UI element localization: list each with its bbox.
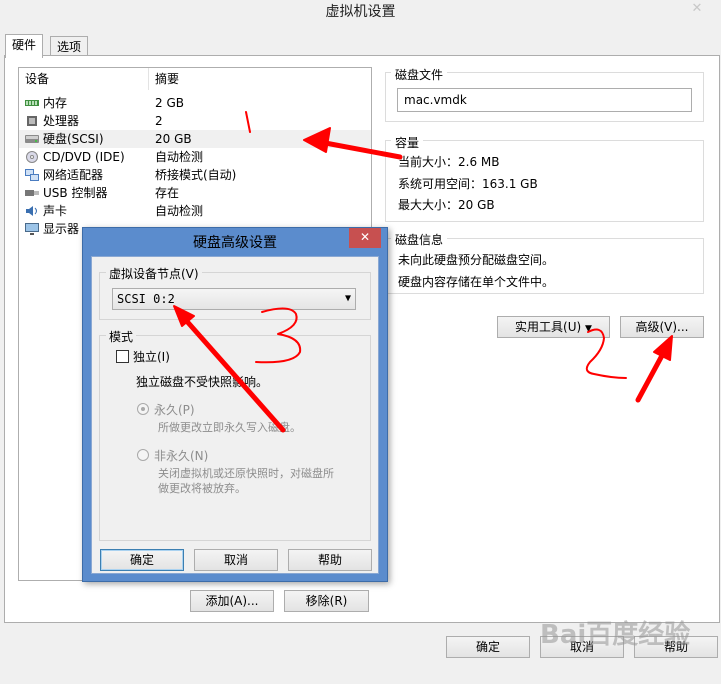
window-title: 虚拟机设置 bbox=[0, 0, 721, 28]
tab-hardware[interactable]: 硬件 bbox=[5, 34, 44, 58]
disk-info-line-2: 硬盘内容存储在单个文件中。 bbox=[398, 275, 555, 289]
chevron-down-icon: ▼ bbox=[344, 293, 351, 304]
utilities-button[interactable]: 实用工具(U) ▼ bbox=[497, 316, 610, 338]
device-name: 处理器 bbox=[43, 114, 80, 128]
nonpersistent-label[interactable]: 非永久(N) bbox=[154, 447, 208, 464]
device-name: USB 控制器 bbox=[43, 186, 108, 200]
column-header-device[interactable]: 设备 bbox=[19, 68, 149, 90]
add-device-button[interactable]: 添加(A)... bbox=[190, 590, 274, 612]
disk-file-label: 磁盘文件 bbox=[391, 66, 448, 83]
device-name: 声卡 bbox=[43, 204, 68, 218]
virtual-device-node-value: SCSI 0:2 bbox=[117, 292, 175, 306]
dialog-body: 虚拟设备节点(V) SCSI 0:2 ▼ 模式 独立(I) 独立磁盘不受快照影响… bbox=[91, 256, 379, 574]
virtual-device-node-select[interactable]: SCSI 0:2 ▼ bbox=[112, 288, 356, 310]
persistent-description: 所做更改立即永久写入磁盘。 bbox=[158, 421, 301, 434]
capacity-label: 容量 bbox=[391, 134, 424, 151]
mode-group bbox=[99, 335, 371, 541]
available-space-text: 系统可用空间：163.1 GB bbox=[398, 177, 538, 191]
mode-label: 模式 bbox=[106, 328, 137, 345]
display-icon bbox=[25, 223, 39, 235]
processor-icon bbox=[27, 116, 37, 126]
hard-disk-icon bbox=[25, 135, 39, 143]
utilities-button-label: 实用工具(U) bbox=[515, 320, 582, 334]
column-header-summary[interactable]: 摘要 bbox=[149, 68, 371, 90]
disk-info-label: 磁盘信息 bbox=[391, 231, 448, 248]
device-name: CD/DVD (IDE) bbox=[43, 150, 125, 164]
ok-button[interactable]: 确定 bbox=[446, 636, 530, 658]
device-name: 显示器 bbox=[43, 222, 80, 236]
memory-icon bbox=[25, 100, 39, 106]
max-size-text: 最大大小：20 GB bbox=[398, 198, 495, 212]
dropdown-arrow-icon: ▼ bbox=[585, 324, 592, 334]
window-close-button[interactable]: ✕ bbox=[687, 2, 707, 16]
sound-card-icon bbox=[26, 206, 37, 216]
usb-icon bbox=[25, 190, 39, 196]
dialog-title: 硬盘高级设置 bbox=[193, 235, 277, 251]
device-summary: 自动检测 bbox=[155, 204, 204, 218]
device-summary: 自动检测 bbox=[155, 150, 204, 164]
advanced-disk-dialog: 硬盘高级设置 ✕ 虚拟设备节点(V) SCSI 0:2 ▼ 模式 独立(I) 独… bbox=[82, 227, 388, 582]
nonpersistent-description-line-1: 关闭虚拟机或还原快照时，对磁盘所 bbox=[158, 467, 334, 480]
device-row-usb-controller[interactable]: USB 控制器 存在 bbox=[19, 184, 371, 202]
disk-file-input[interactable]: mac.vmdk bbox=[397, 88, 692, 112]
dialog-close-button[interactable]: ✕ bbox=[349, 228, 381, 248]
independent-label[interactable]: 独立(I) bbox=[133, 348, 170, 365]
device-row-network-adapter[interactable]: 网络适配器 桥接模式(自动) bbox=[19, 166, 371, 184]
device-summary: 桥接模式(自动) bbox=[155, 168, 237, 182]
watermark: Bai百度经验 bbox=[540, 620, 691, 650]
device-row-cd-dvd[interactable]: CD/DVD (IDE) 自动检测 bbox=[19, 148, 371, 166]
cd-dvd-icon bbox=[26, 151, 38, 163]
current-size-text: 当前大小：2.6 MB bbox=[398, 155, 500, 169]
virtual-device-node-label: 虚拟设备节点(V) bbox=[106, 265, 202, 282]
disk-info-line-1: 未向此硬盘预分配磁盘空间。 bbox=[398, 253, 555, 267]
dialog-help-button[interactable]: 帮助 bbox=[288, 549, 372, 571]
nonpersistent-radio[interactable] bbox=[137, 449, 149, 461]
device-summary: 2 bbox=[155, 114, 163, 128]
persistent-radio[interactable] bbox=[137, 403, 149, 415]
persistent-label[interactable]: 永久(P) bbox=[154, 401, 195, 418]
device-row-memory[interactable]: 内存 2 GB bbox=[19, 94, 371, 112]
independent-description: 独立磁盘不受快照影响。 bbox=[136, 375, 269, 389]
device-summary: 20 GB bbox=[155, 132, 192, 146]
dialog-cancel-button[interactable]: 取消 bbox=[194, 549, 278, 571]
independent-checkbox[interactable] bbox=[116, 350, 129, 363]
device-name: 内存 bbox=[43, 96, 68, 110]
dialog-ok-button[interactable]: 确定 bbox=[100, 549, 184, 571]
remove-device-button[interactable]: 移除(R) bbox=[284, 590, 369, 612]
advanced-button[interactable]: 高级(V)... bbox=[620, 316, 704, 338]
device-name: 网络适配器 bbox=[43, 168, 104, 182]
device-summary: 2 GB bbox=[155, 96, 184, 110]
device-row-sound-card[interactable]: 声卡 自动检测 bbox=[19, 202, 371, 220]
device-list-header: 设备 摘要 bbox=[19, 68, 371, 90]
device-summary: 存在 bbox=[155, 186, 180, 200]
network-adapter-icon bbox=[25, 169, 39, 181]
device-row-hard-disk[interactable]: 硬盘(SCSI) 20 GB bbox=[19, 130, 371, 148]
device-name: 硬盘(SCSI) bbox=[43, 132, 104, 146]
device-row-processor[interactable]: 处理器 2 bbox=[19, 112, 371, 130]
nonpersistent-description-line-2: 做更改将被放弃。 bbox=[158, 482, 246, 495]
